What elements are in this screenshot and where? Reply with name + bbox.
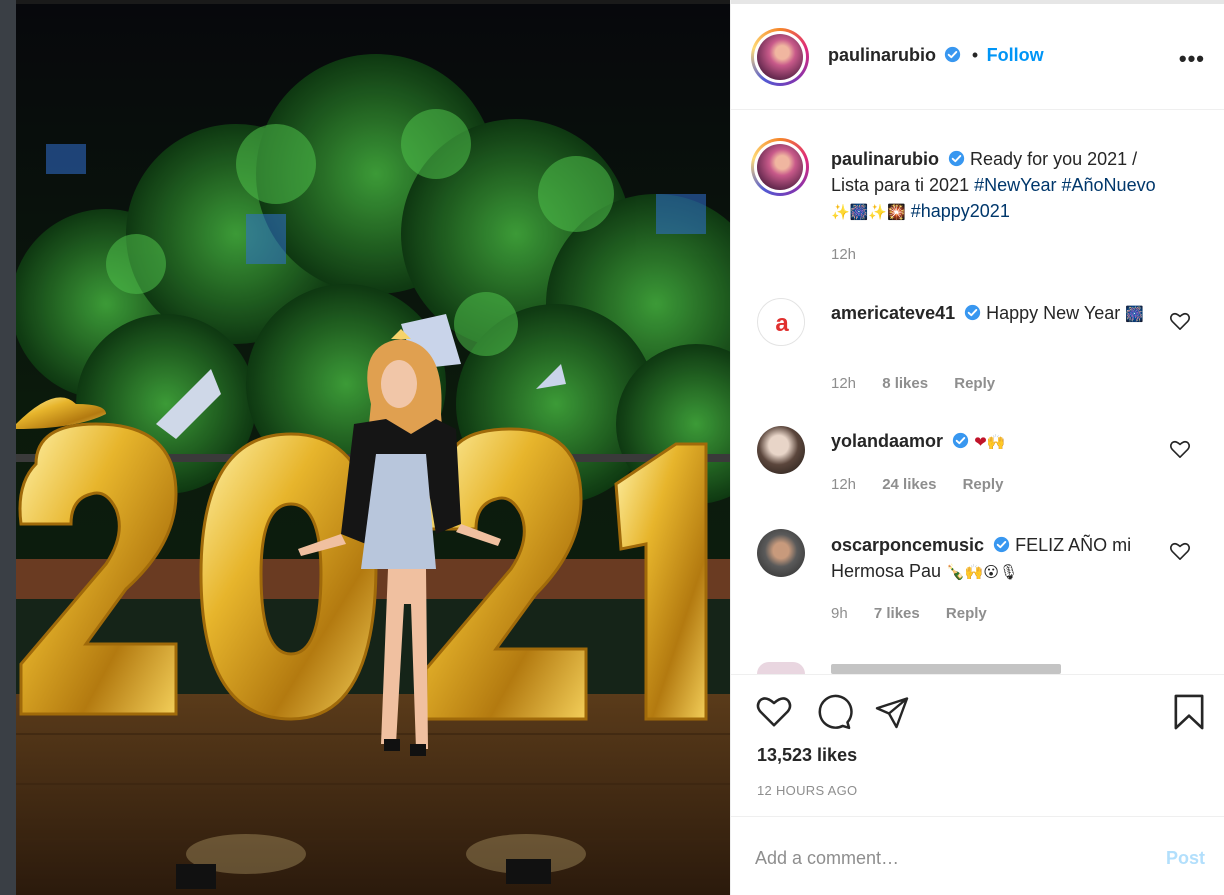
author-username[interactable]: paulinarubio [828, 45, 936, 65]
author-avatar[interactable] [751, 28, 809, 86]
comment-partial [831, 664, 1061, 674]
like-count[interactable]: 13,523 likes [757, 745, 857, 766]
comment-body: americateve41 Happy New Year 🎆 [831, 300, 1161, 327]
verified-badge-icon [948, 150, 965, 167]
comment-input[interactable] [755, 843, 1135, 873]
like-comment-heart-icon[interactable] [1169, 541, 1191, 561]
bookmark-icon[interactable] [1171, 693, 1207, 731]
reply-button[interactable]: Reply [954, 375, 995, 392]
comment-likes[interactable]: 7 likes [874, 605, 920, 622]
caption-username[interactable]: paulinarubio [831, 149, 939, 169]
more-options-icon[interactable]: ••• [1179, 46, 1205, 72]
svg-text:a: a [775, 310, 789, 337]
post-button[interactable]: Post [1166, 848, 1205, 869]
caption-avatar[interactable] [751, 138, 809, 196]
caption-emoji: ✨🎆✨🎇 [831, 203, 906, 221]
comment-avatar-partial [757, 662, 805, 674]
heart-icon[interactable] [755, 693, 793, 729]
header-separator: • [971, 45, 979, 65]
hashtag-anonuevo[interactable]: #AñoNuevo [1062, 175, 1156, 195]
like-comment-heart-icon[interactable] [1169, 439, 1191, 459]
post-actions: 13,523 likes 12 HOURS AGO [731, 674, 1224, 814]
comment-body: yolandaamor ❤🙌 [831, 428, 1161, 455]
reply-button[interactable]: Reply [946, 605, 987, 622]
comment-likes[interactable]: 8 likes [882, 375, 928, 392]
verified-badge-icon [952, 432, 969, 449]
hashtag-happy2021[interactable]: #happy2021 [911, 201, 1010, 221]
like-comment-heart-icon[interactable] [1169, 311, 1191, 331]
caption-meta: 12h [831, 246, 878, 263]
browser-edge [0, 0, 16, 895]
comment-likes[interactable]: 24 likes [882, 476, 936, 493]
share-icon[interactable] [874, 694, 910, 730]
verified-badge-icon [964, 304, 981, 321]
comment-emoji: ❤🙌 [974, 433, 1006, 451]
comment-time[interactable]: 12h [831, 476, 856, 493]
comment-time[interactable]: 9h [831, 605, 848, 622]
caption: paulinarubio Ready for you 2021 / Lista … [831, 146, 1161, 225]
add-comment-bar: Post [731, 816, 1224, 895]
comment-avatar[interactable]: a [757, 298, 805, 346]
post-photo[interactable] [0, 0, 730, 895]
comment-time[interactable]: 12h [831, 375, 856, 392]
comment-icon[interactable] [815, 693, 853, 731]
follow-button[interactable]: Follow [987, 45, 1044, 65]
comment-meta: 9h 7 likes Reply [831, 605, 1009, 622]
reply-button[interactable]: Reply [963, 476, 1004, 493]
caption-time[interactable]: 12h [831, 246, 856, 263]
verified-badge-icon [945, 46, 961, 63]
post-timestamp[interactable]: 12 HOURS AGO [757, 783, 857, 798]
comment-meta: 12h 24 likes Reply [831, 476, 1025, 493]
comment-avatar[interactable] [757, 426, 805, 474]
comment-meta: 12h 8 likes Reply [831, 375, 1017, 392]
comments-list: paulinarubio Ready for you 2021 / Lista … [731, 110, 1224, 674]
post-side-panel: paulinarubio • Follow ••• paulinarubio R… [730, 0, 1224, 895]
comment-emoji: 🎆 [1125, 305, 1144, 323]
comment-text: Happy New Year [986, 303, 1121, 323]
hashtag-newyear[interactable]: #NewYear [974, 175, 1056, 195]
comment-emoji: 🍾🙌😮🎙 [946, 563, 1019, 581]
post-header: paulinarubio • Follow ••• [731, 4, 1224, 110]
new-year-photo [16, 4, 730, 895]
comment-body: oscarponcemusic FELIZ AÑO mi Hermosa Pau… [831, 532, 1161, 585]
verified-badge-icon [993, 536, 1010, 553]
comment-username[interactable]: americateve41 [831, 303, 955, 323]
comment-avatar[interactable] [757, 529, 805, 577]
americateve-logo-icon: a [760, 301, 804, 345]
comment-username[interactable]: yolandaamor [831, 431, 943, 451]
comment-username[interactable]: oscarponcemusic [831, 535, 984, 555]
